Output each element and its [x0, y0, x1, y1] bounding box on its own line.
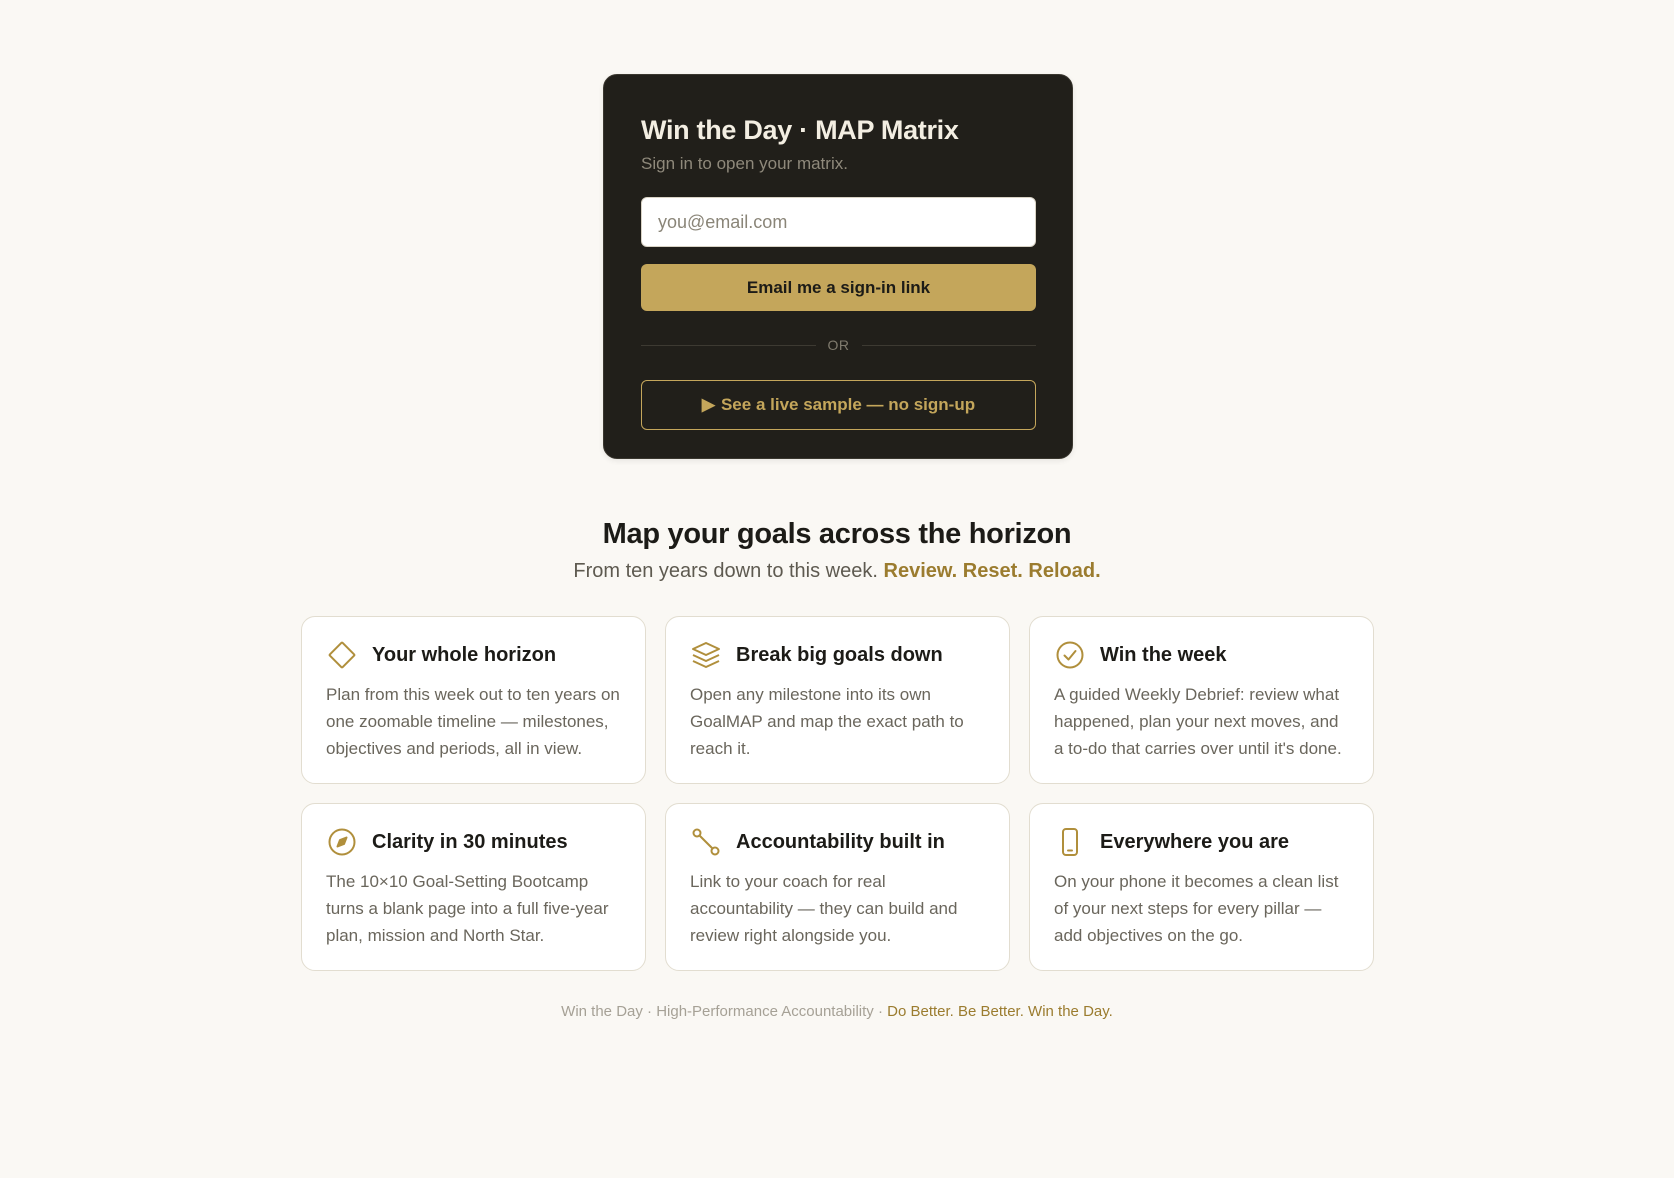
- feature-title: Everywhere you are: [1100, 830, 1289, 853]
- hero-headline: Map your goals across the horizon: [602, 518, 1072, 550]
- feature-title: Clarity in 30 minutes: [372, 830, 568, 853]
- signin-subtitle: Sign in to open your matrix.: [641, 154, 848, 173]
- feature-title: Win the week: [1100, 643, 1227, 666]
- footer-text: Win the Day · High-Performance Accountab…: [561, 1003, 883, 1020]
- hero-subheadline: From ten years down to this week. Review…: [0, 558, 1674, 584]
- divider-line-right: [861, 344, 1036, 346]
- hero-sub-text: From ten years down to this week.: [573, 560, 878, 582]
- footer: Win the Day · High-Performance Accountab…: [0, 1003, 1674, 1020]
- email-input[interactable]: [641, 197, 1036, 247]
- feature-card-break-down: Break big goals down Open any milestone …: [665, 616, 1010, 784]
- feature-grid: Your whole horizon Plan from this week o…: [301, 616, 1375, 971]
- play-icon: ▶: [701, 395, 715, 414]
- footer-tagline: Do Better. Be Better. Win the Day.: [887, 1003, 1113, 1020]
- divider-line-left: [641, 344, 816, 346]
- page: Win the Day · MAP Matrix Sign in to open…: [0, 0, 1674, 1178]
- hero-sub-accent: Review. Reset. Reload.: [883, 560, 1101, 582]
- signin-title: Win the Day · MAP Matrix: [641, 115, 959, 145]
- feature-title: Your whole horizon: [372, 643, 557, 666]
- layers-icon: [690, 639, 722, 671]
- feature-body: Open any milestone into its own GoalMAP …: [690, 685, 964, 758]
- live-sample-label: See a live sample — no sign-up: [720, 395, 976, 414]
- check-circle-icon: [1054, 639, 1086, 671]
- or-divider: OR: [641, 335, 1036, 355]
- feature-body: On your phone it becomes a clean list of…: [1054, 872, 1339, 945]
- feature-title: Accountability built in: [736, 830, 945, 853]
- feature-body: The 10×10 Goal-Setting Bootcamp turns a …: [326, 872, 609, 945]
- feature-card-accountability: Accountability built in Link to your coa…: [665, 803, 1010, 971]
- divider-label: OR: [827, 337, 850, 353]
- compass-icon: [326, 826, 358, 858]
- feature-card-horizon: Your whole horizon Plan from this week o…: [301, 616, 646, 784]
- link-icon: [690, 826, 722, 858]
- live-sample-button[interactable]: ▶ See a live sample — no sign-up: [641, 380, 1036, 430]
- phone-icon: [1054, 826, 1086, 858]
- feature-body: A guided Weekly Debrief: review what hap…: [1054, 685, 1342, 758]
- feature-title: Break big goals down: [736, 643, 943, 666]
- feature-card-everywhere: Everywhere you are On your phone it beco…: [1029, 803, 1374, 971]
- feature-card-win-week: Win the week A guided Weekly Debrief: re…: [1029, 616, 1374, 784]
- signin-card: Win the Day · MAP Matrix Sign in to open…: [603, 74, 1073, 459]
- email-sign-in-link-button[interactable]: Email me a sign-in link: [641, 264, 1036, 311]
- diamond-icon: [326, 639, 358, 671]
- feature-body: Plan from this week out to ten years on …: [326, 685, 620, 758]
- feature-card-clarity: Clarity in 30 minutes The 10×10 Goal-Set…: [301, 803, 646, 971]
- feature-body: Link to your coach for real accountabili…: [690, 872, 958, 945]
